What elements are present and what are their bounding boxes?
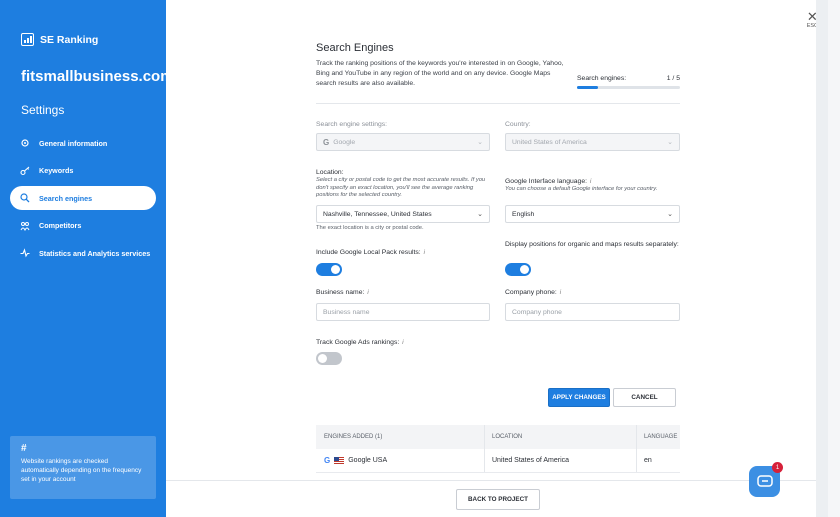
chevron-down-icon: ⌄	[667, 139, 673, 146]
table-row[interactable]: G Google USA United States of America en	[316, 449, 680, 473]
sidebar: SE Ranking fitsmallbusiness.com Settings…	[0, 0, 174, 517]
business-name-input[interactable]: Business name	[316, 303, 490, 321]
section-title: Settings	[21, 103, 65, 117]
sidebar-item-competitors[interactable]: Competitors	[10, 214, 156, 238]
local-pack-label: Include Google Local Pack results: i	[316, 249, 425, 256]
country-value: United States of America	[512, 138, 587, 146]
info-text: Website rankings are checked automatical…	[21, 458, 142, 483]
location-note: The exact location is a city or postal c…	[316, 225, 424, 231]
ads-label: Track Google Ads rankings: i	[316, 339, 404, 346]
competitors-icon	[20, 221, 30, 231]
google-ads-toggle[interactable]	[316, 352, 342, 365]
location-label: Location:	[316, 169, 344, 176]
apply-changes-button[interactable]: APPLY CHANGES	[548, 388, 610, 407]
divider	[316, 103, 680, 104]
brand-name: SE Ranking	[40, 33, 99, 46]
table-header: ENGINES ADDED (1) LOCATION LANGUAGE	[316, 425, 680, 449]
business-name-label: Business name: i	[316, 289, 369, 296]
progress-label: Search engines:	[577, 75, 627, 82]
sidebar-item-label: Statistics and Analytics services	[39, 248, 151, 258]
info-icon[interactable]: i	[402, 340, 403, 346]
ads-label-text: Track Google Ads rankings:	[316, 339, 400, 346]
us-flag-icon	[334, 457, 345, 464]
search-icon	[20, 193, 30, 203]
column-header-location: LOCATION	[484, 425, 636, 449]
language-cell: en	[636, 449, 680, 472]
search-engine-select[interactable]: G Google ⌄	[316, 133, 490, 151]
company-phone-input[interactable]: Company phone	[505, 303, 680, 321]
language-hint: You can choose a default Google interfac…	[505, 186, 658, 192]
toggle-knob	[520, 265, 529, 274]
location-cell: United States of America	[484, 449, 636, 472]
sidebar-item-general-information[interactable]: General information	[10, 131, 156, 155]
sidebar-item-label: General information	[39, 138, 108, 148]
logo-icon	[21, 33, 34, 46]
progress-bar	[577, 86, 680, 89]
country-label: Country:	[505, 121, 531, 128]
key-icon	[20, 166, 30, 175]
business-name-label-text: Business name:	[316, 289, 365, 296]
sidebar-item-search-engines[interactable]: Search engines	[10, 186, 156, 210]
company-phone-label-text: Company phone:	[505, 289, 557, 296]
engines-table: ENGINES ADDED (1) LOCATION LANGUAGE G Go…	[316, 425, 680, 473]
scrollbar[interactable]	[816, 0, 828, 517]
separate-label: Display positions for organic and maps r…	[505, 241, 679, 248]
search-engines-form: Search Engines Track the ranking positio…	[316, 42, 680, 473]
location-select[interactable]: Nashville, Tennessee, United States ⌄	[316, 205, 490, 223]
chevron-down-icon: ⌄	[477, 211, 483, 218]
rankings-info-box: # Website rankings are checked automatic…	[10, 436, 156, 499]
main-panel: ✕ ESC Search Engines Track the ranking p…	[166, 0, 828, 517]
toggle-knob	[318, 354, 327, 363]
back-to-project-button[interactable]: BACK TO PROJECT	[456, 489, 540, 510]
business-name-placeholder: Business name	[323, 308, 370, 316]
toggle-knob	[331, 265, 340, 274]
progress-fill	[577, 86, 598, 89]
local-pack-toggle[interactable]	[316, 263, 342, 276]
pulse-icon	[20, 248, 30, 258]
gear-icon	[21, 139, 29, 147]
chevron-down-icon: ⌄	[477, 139, 483, 146]
company-phone-placeholder: Company phone	[512, 308, 562, 316]
page-description: Track the ranking positions of the keywo…	[316, 60, 564, 87]
language-label: Google Interface language: i	[505, 178, 591, 185]
location-hint: Select a city or postal code to get the …	[316, 177, 486, 198]
separate-results-toggle[interactable]	[505, 263, 531, 276]
search-engine-value: Google	[333, 138, 356, 146]
chat-icon	[756, 474, 773, 487]
chat-notification-badge: 1	[772, 462, 783, 473]
company-phone-label: Company phone: i	[505, 289, 561, 296]
footer-bar: BACK TO PROJECT	[166, 480, 828, 517]
sidebar-item-keywords[interactable]: Keywords	[10, 159, 156, 183]
chevron-down-icon: ⌄	[667, 211, 673, 218]
location-value: Nashville, Tennessee, United States	[323, 210, 432, 218]
column-header-language: LANGUAGE	[636, 425, 680, 449]
hash-icon: #	[21, 443, 27, 454]
engine-name: Google USA	[348, 457, 388, 464]
sidebar-item-label: Competitors	[39, 221, 82, 230]
page-title: Search Engines	[316, 42, 394, 54]
info-icon[interactable]: i	[424, 250, 425, 256]
cancel-button[interactable]: CANCEL	[613, 388, 676, 407]
info-icon[interactable]: i	[590, 179, 591, 185]
info-icon[interactable]: i	[367, 290, 368, 296]
engine-cell: G Google USA	[316, 456, 484, 465]
language-value: English	[512, 210, 535, 218]
progress-value: 1 / 5	[666, 75, 680, 82]
brand-logo[interactable]: SE Ranking	[21, 33, 98, 46]
language-select[interactable]: English ⌄	[505, 205, 680, 223]
project-name: fitsmallbusiness.com	[21, 68, 174, 85]
local-pack-label-text: Include Google Local Pack results:	[316, 249, 421, 256]
info-icon[interactable]: i	[560, 290, 561, 296]
country-select[interactable]: United States of America ⌄	[505, 133, 680, 151]
sidebar-item-statistics[interactable]: Statistics and Analytics services	[10, 241, 156, 265]
engine-settings-label: Search engine settings:	[316, 121, 388, 128]
engines-progress: Search engines: 1 / 5	[577, 75, 680, 89]
google-icon: G	[324, 456, 331, 465]
sidebar-nav: General information Keywords Search engi…	[10, 131, 156, 269]
google-icon: G	[323, 137, 330, 147]
language-label-text: Google Interface language:	[505, 178, 588, 185]
column-header-engines: ENGINES ADDED (1)	[324, 434, 383, 440]
sidebar-item-label: Keywords	[39, 166, 74, 175]
sidebar-item-label: Search engines	[39, 193, 93, 203]
